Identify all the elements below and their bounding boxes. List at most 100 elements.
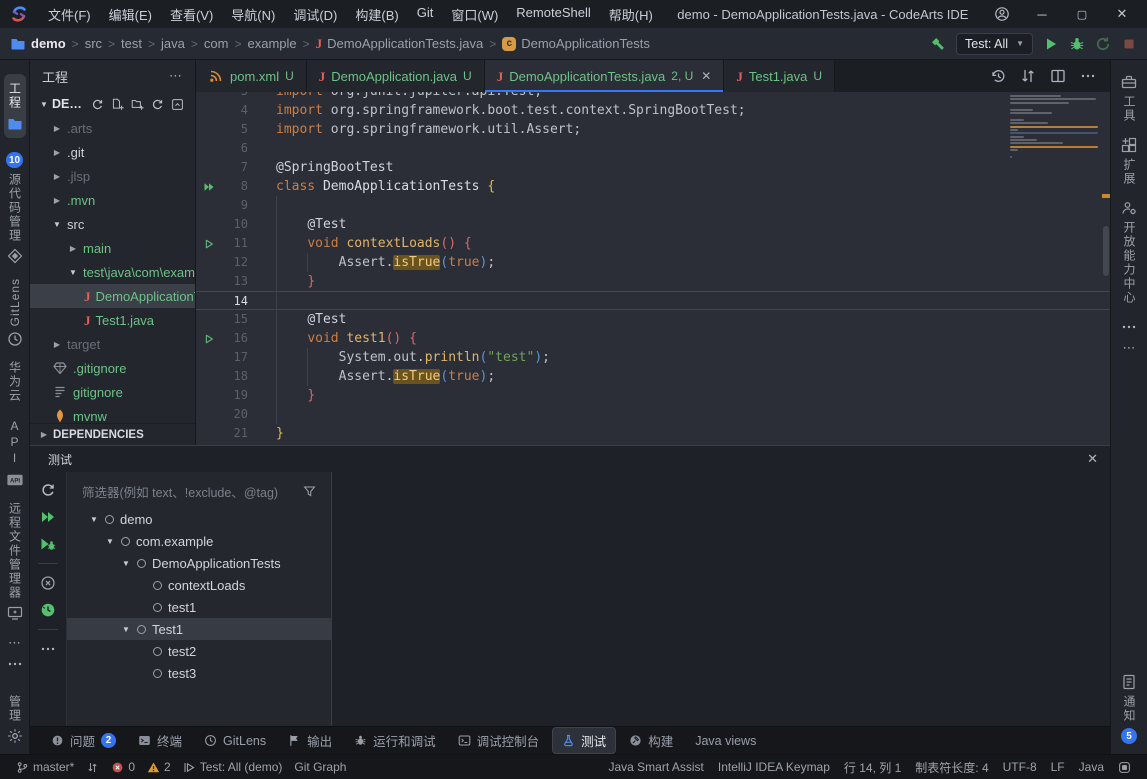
tree-item[interactable]: ▼test\java\com\exam	[30, 260, 195, 284]
tree-item[interactable]: ▶.arts	[30, 116, 195, 140]
status-warnings[interactable]: 2	[141, 755, 177, 779]
editor-tab[interactable]: JDemoApplication.javaU	[307, 60, 485, 92]
code-editor[interactable]: 3import org.junit.jupiter.api.Test;4impo…	[196, 92, 1110, 445]
tab-close-icon[interactable]: ✕	[701, 69, 711, 83]
panel-tab-flask[interactable]: 测试	[552, 727, 616, 754]
menu-item[interactable]: 构建(B)	[347, 3, 406, 26]
sidebar-item-capability[interactable]: 开放能力中心	[1121, 200, 1137, 305]
minimize-button[interactable]: ─	[1025, 2, 1059, 26]
menu-item[interactable]: 文件(F)	[40, 3, 99, 26]
buildtab-icon[interactable]	[629, 734, 642, 747]
run-all-tests-gutter-icon[interactable]	[196, 177, 222, 196]
sidebar-item-gitlens[interactable]: GitLens	[7, 278, 23, 347]
test-tree-item[interactable]: ▼demo	[67, 508, 331, 530]
test-filter-input[interactable]: 筛选器(例如 text、!exclude、@tag)	[75, 478, 323, 504]
sidebar-item-remote[interactable]: 远程文件管理器	[7, 502, 23, 621]
project-root-row[interactable]: ▼ DE…	[30, 92, 195, 116]
tree-item[interactable]: JDemoApplicationT	[30, 284, 195, 308]
test-tree-item[interactable]: test1	[67, 596, 331, 618]
extensions-icon[interactable]	[1121, 137, 1137, 153]
menu-item[interactable]: 调试(D)	[285, 3, 345, 26]
tree-item[interactable]: ▶.jlsp	[30, 164, 195, 188]
test-tree-item[interactable]: ▼com.example	[67, 530, 331, 552]
split-editor-icon[interactable]	[1050, 68, 1066, 84]
panel-tab-plain[interactable]: Java views	[686, 731, 765, 751]
scrollbar-thumb[interactable]	[1103, 226, 1109, 275]
toolbox-icon[interactable]	[1121, 74, 1137, 90]
run-test-gutter-icon[interactable]	[196, 234, 222, 253]
minimap[interactable]	[1010, 95, 1100, 159]
folder-blue-icon[interactable]	[7, 116, 23, 132]
panel-tab-terminal[interactable]: 终端	[129, 728, 191, 753]
panel-close-icon[interactable]: ✕	[1087, 451, 1098, 467]
menu-item[interactable]: 帮助(H)	[601, 3, 661, 26]
sidebar-item-notifications[interactable]: 通知5	[1121, 674, 1137, 744]
bellsq-icon[interactable]	[1118, 761, 1131, 774]
notifications-icon[interactable]	[1121, 674, 1137, 690]
menu-item[interactable]: Git	[409, 3, 442, 26]
tree-item[interactable]: ▶.git	[30, 140, 195, 164]
show-test-output-icon[interactable]	[40, 602, 56, 618]
tree-item[interactable]: JTest1.java	[30, 308, 195, 332]
panel-tab-debugconsole[interactable]: 调试控制台	[449, 728, 549, 753]
more-icon[interactable]	[7, 656, 23, 672]
status-sync-changes[interactable]	[80, 755, 105, 779]
breadcrumb-item[interactable]: com	[204, 36, 229, 51]
new-folder-icon[interactable]	[131, 98, 144, 111]
sidebar-item-gear[interactable]: 管理	[7, 695, 23, 744]
sidebar-item-more[interactable]: ⋯	[7, 635, 23, 672]
test-tree-item[interactable]: ▼DemoApplicationTests	[67, 552, 331, 574]
output-icon[interactable]	[288, 734, 301, 747]
sidebar-item-scm[interactable]: 10源代码管理	[6, 152, 23, 264]
tree-item[interactable]: ▼src	[30, 212, 195, 236]
breadcrumb-item[interactable]: example	[247, 36, 296, 51]
sync-icon[interactable]	[91, 98, 104, 111]
gitlens-icon[interactable]	[204, 734, 217, 747]
capability-icon[interactable]	[1121, 200, 1137, 216]
refresh-tests-icon[interactable]	[40, 482, 56, 498]
menu-item[interactable]: 编辑(E)	[101, 3, 160, 26]
tree-item[interactable]: ▶main	[30, 236, 195, 260]
gitlens-icon[interactable]	[7, 331, 23, 347]
gear-icon[interactable]	[7, 728, 23, 744]
panel-tab-rundebug[interactable]: 运行和调试	[345, 728, 445, 753]
panel-tab-buildtab[interactable]: 构建	[620, 728, 682, 753]
debugconsole-icon[interactable]	[458, 734, 471, 747]
breadcrumb-item[interactable]: JDemoApplicationTests.java	[316, 36, 484, 51]
close-button[interactable]: ✕	[1105, 2, 1139, 26]
sidebar-item-toolbox[interactable]: 工具	[1121, 74, 1137, 123]
more-icon[interactable]	[1121, 319, 1137, 335]
breadcrumb-item[interactable]: src	[85, 36, 102, 51]
tree-item[interactable]: .gitignore	[30, 356, 195, 380]
test-tree-item[interactable]: test3	[67, 662, 331, 684]
branch-icon[interactable]	[16, 761, 29, 774]
panel-tab-output[interactable]: 输出	[279, 728, 341, 753]
editor-tab[interactable]: JTest1.javaU	[724, 60, 835, 92]
status-errors[interactable]: 0	[105, 755, 141, 779]
status-language-mode[interactable]: Java	[1073, 760, 1110, 774]
dependencies-row[interactable]: ▶ DEPENDENCIES	[30, 423, 195, 445]
maximize-button[interactable]: ▢	[1065, 2, 1099, 26]
terminal-icon[interactable]	[138, 734, 151, 747]
project-panel-more-button[interactable]: ⋯	[169, 68, 183, 84]
compare-icon[interactable]	[1020, 68, 1036, 84]
menu-item[interactable]: 导航(N)	[223, 3, 283, 26]
test-tree-item[interactable]: contextLoads	[67, 574, 331, 596]
tree-item[interactable]: gitignore	[30, 380, 195, 404]
tree-item[interactable]: ▶.mvn	[30, 188, 195, 212]
run-configuration-selector[interactable]: Test: All ▼	[956, 33, 1033, 55]
error-icon[interactable]	[111, 761, 124, 774]
sidebar-item-api[interactable]: 华为云 APIAPI	[7, 361, 23, 488]
sidebar-item-folder-blue[interactable]: 工程	[4, 74, 26, 138]
status-cursor-position[interactable]: 行 14, 列 1	[838, 759, 907, 776]
restart-button[interactable]	[1095, 36, 1111, 52]
panel-tab-gitlens[interactable]: GitLens	[195, 731, 275, 751]
account-icon[interactable]	[985, 2, 1019, 26]
runconfig-icon[interactable]	[183, 761, 196, 774]
editor-tab[interactable]: pom.xmlU	[196, 60, 307, 92]
breadcrumb-item[interactable]: test	[121, 36, 142, 51]
new-file-icon[interactable]	[111, 98, 124, 111]
api-icon[interactable]: API	[7, 472, 23, 488]
breadcrumb-item[interactable]: java	[161, 36, 185, 51]
run-test-gutter-icon[interactable]	[196, 329, 222, 348]
